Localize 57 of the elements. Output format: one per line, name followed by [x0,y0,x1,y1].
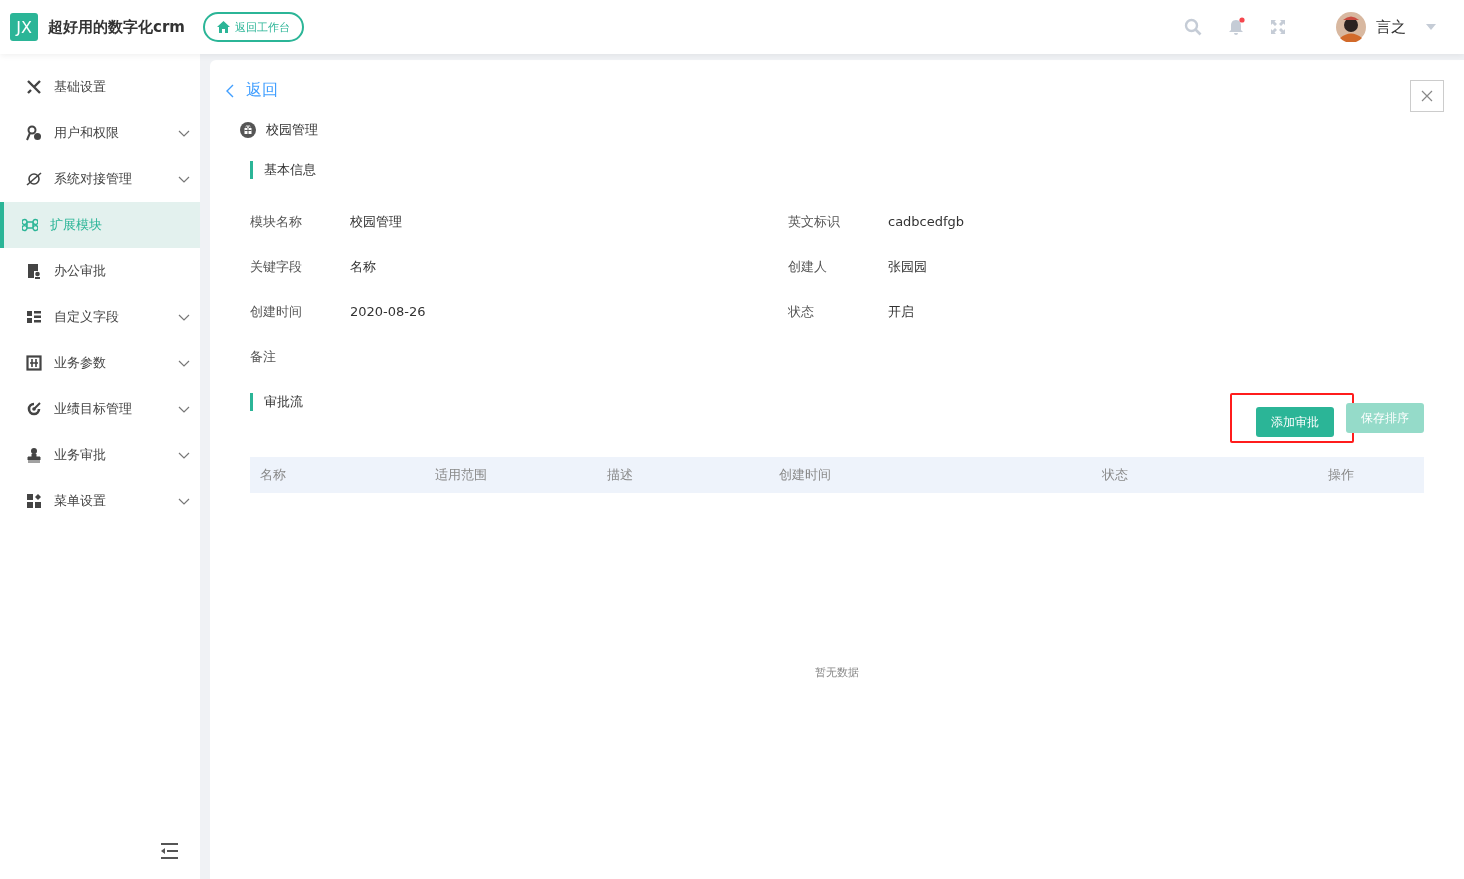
chevron-down-icon[interactable] [178,175,190,183]
column-header: 状态 [1101,466,1129,484]
field-value: 名称 [350,257,376,276]
column-header: 名称 [259,466,287,484]
section-title: 基本信息 [250,161,316,179]
field-label: 状态 [788,302,815,321]
sidebar-item[interactable]: 用户和权限 [0,110,200,156]
sidebar-item[interactable]: 业绩目标管理 [0,386,200,432]
gift-icon [240,122,256,138]
column-header: 操作 [1327,466,1355,484]
field-label: 关键字段 [250,257,303,276]
list-icon [26,309,42,325]
close-icon [1421,90,1433,102]
collapse-menu-icon[interactable] [160,843,179,859]
sidebar-item[interactable]: 业务审批 [0,432,200,478]
grid-icon [26,355,42,371]
logo: JX [10,13,38,41]
sidebar-item[interactable]: 自定义字段 [0,294,200,340]
sidebar-item[interactable]: 基础设置 [0,64,200,110]
target-icon [26,401,42,417]
column-header: 描述 [606,466,634,484]
chevron-down-icon[interactable] [178,359,190,367]
field-value: cadbcedfgb [888,214,965,229]
blocks-icon [26,493,42,509]
document-icon [26,263,42,279]
field-value: 开启 [888,302,914,321]
sidebar-item[interactable]: 业务参数 [0,340,200,386]
field-value: 张园园 [888,257,927,276]
user-key-icon [26,125,42,141]
app-name: 超好用的数字化crm [48,17,185,37]
field-label: 创建时间 [250,302,303,321]
stamp-icon [26,447,42,463]
chevron-down-icon[interactable] [178,497,190,505]
section-title: 审批流 [250,393,303,411]
sidebar-item[interactable]: 系统对接管理 [0,156,200,202]
field-label: 创建人 [788,257,828,276]
field-value: 2020-08-26 [350,304,426,319]
module-title: 校园管理 [266,121,318,139]
command-icon [22,217,38,233]
avatar[interactable] [1336,12,1366,42]
home-icon [216,21,230,33]
empty-text: 暂无数据 [815,665,859,681]
chevron-down-icon[interactable] [178,451,190,459]
chevron-down-icon[interactable] [178,313,190,321]
chevron-down-icon[interactable] [178,405,190,413]
field-label: 备注 [250,347,277,366]
field-value: 校园管理 [350,212,402,231]
field-label: 模块名称 [250,212,303,231]
sidebar-item[interactable]: 办公审批 [0,248,200,294]
column-header: 适用范围 [434,466,488,484]
chevron-left-icon [225,83,234,98]
field-label: 英文标识 [788,212,841,231]
chevron-down-icon[interactable] [178,129,190,137]
user-name[interactable]: 言之 [1376,17,1406,37]
sidebar-item[interactable]: 菜单设置 [0,478,200,524]
column-header: 创建时间 [778,466,832,484]
tools-icon [26,79,42,95]
